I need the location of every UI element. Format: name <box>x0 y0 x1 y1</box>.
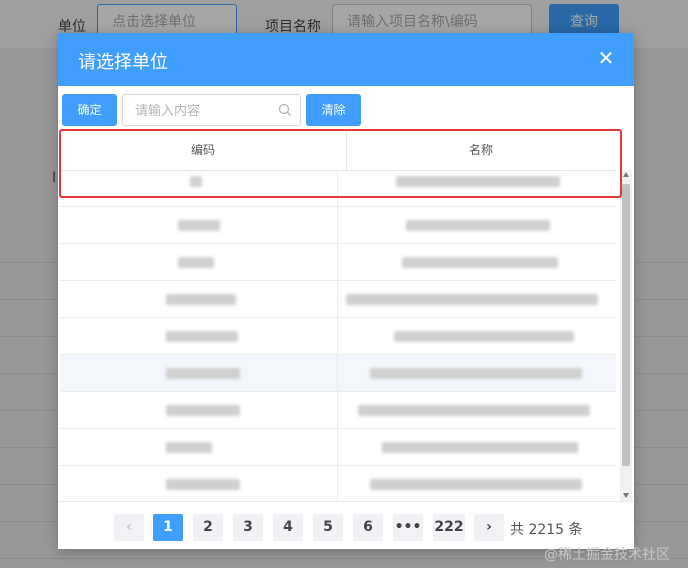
scroll-down-icon[interactable] <box>623 493 629 498</box>
table-row[interactable] <box>60 318 616 355</box>
scroll-up-icon[interactable] <box>623 172 629 177</box>
confirm-button[interactable]: 确定 <box>62 94 117 126</box>
page-222-button[interactable]: 222 <box>433 514 465 541</box>
dialog-title: 请选择单位 <box>78 52 168 73</box>
table-row[interactable] <box>60 207 616 244</box>
column-header-code[interactable]: 编码 <box>60 130 347 170</box>
search-icon[interactable] <box>278 103 292 117</box>
code-cell <box>60 392 338 428</box>
name-cell <box>338 281 616 317</box>
page-1-button[interactable]: 1 <box>153 514 183 541</box>
table-row[interactable] <box>60 281 616 318</box>
pagination: ‹ 1 2 3 4 5 6 ••• 222 › 共 2215 条 <box>58 501 634 550</box>
code-cell <box>60 170 338 206</box>
table-row[interactable] <box>60 355 616 392</box>
clear-button[interactable]: 清除 <box>306 94 361 126</box>
name-cell <box>338 466 616 501</box>
name-cell <box>338 392 616 428</box>
more-pages-button[interactable]: ••• <box>393 514 423 541</box>
name-cell <box>338 170 616 206</box>
page-4-button[interactable]: 4 <box>273 514 303 541</box>
search-box <box>122 94 301 126</box>
code-cell <box>60 244 338 280</box>
table-row[interactable] <box>60 429 616 466</box>
table-row[interactable] <box>60 244 616 281</box>
code-cell <box>60 318 338 354</box>
scrollbar-thumb[interactable] <box>622 184 630 466</box>
code-cell <box>60 207 338 243</box>
name-cell <box>338 429 616 465</box>
table-row[interactable] <box>60 170 616 207</box>
name-cell <box>338 318 616 354</box>
select-unit-dialog: 请选择单位 ✕ 确定 清除 编码 名称 <box>58 33 634 549</box>
page-5-button[interactable]: 5 <box>313 514 343 541</box>
name-cell <box>338 244 616 280</box>
name-cell <box>338 207 616 243</box>
vertical-scrollbar[interactable] <box>620 170 632 501</box>
unit-table: 编码 名称 <box>60 130 632 501</box>
page-3-button[interactable]: 3 <box>233 514 263 541</box>
table-header: 编码 名称 <box>60 130 616 171</box>
column-header-name[interactable]: 名称 <box>346 130 616 170</box>
close-icon[interactable]: ✕ <box>596 48 616 68</box>
dialog-header: 请选择单位 ✕ <box>58 33 634 86</box>
watermark: @稀土掘金技术社区 <box>544 547 670 563</box>
table-row[interactable] <box>60 466 616 501</box>
total-count: 共 2215 条 <box>510 522 583 538</box>
page-2-button[interactable]: 2 <box>193 514 223 541</box>
name-cell <box>338 355 616 391</box>
table-body <box>60 170 616 501</box>
code-cell <box>60 466 338 501</box>
code-cell <box>60 429 338 465</box>
chevron-left-icon[interactable]: ‹ <box>114 514 144 541</box>
page-6-button[interactable]: 6 <box>353 514 383 541</box>
table-row[interactable] <box>60 392 616 429</box>
code-cell <box>60 281 338 317</box>
search-input[interactable] <box>133 101 277 121</box>
dialog-toolbar: 确定 清除 <box>62 94 622 126</box>
chevron-right-icon[interactable]: › <box>474 514 504 541</box>
code-cell <box>60 355 338 391</box>
